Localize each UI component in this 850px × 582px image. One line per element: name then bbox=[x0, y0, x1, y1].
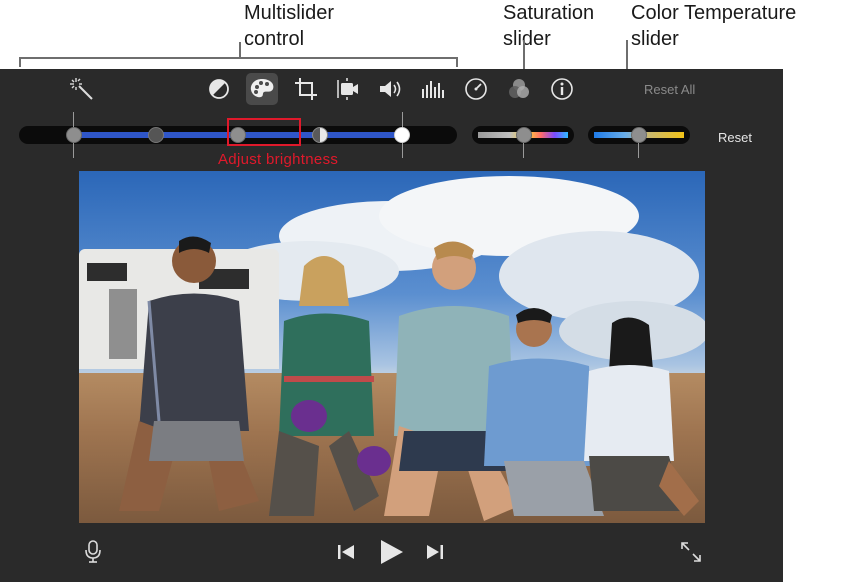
person bbox=[259, 246, 399, 523]
callout-multislider-line1: Multislider bbox=[244, 2, 335, 24]
microphone-icon[interactable] bbox=[84, 540, 102, 564]
fullscreen-expand-icon[interactable] bbox=[680, 541, 702, 563]
multislider-bracket-left bbox=[19, 57, 21, 67]
multislider-bracket-right bbox=[456, 57, 458, 67]
person bbox=[574, 311, 705, 523]
black-point-handle[interactable] bbox=[66, 127, 82, 143]
video-viewer bbox=[79, 171, 705, 523]
noise-reduction-equalizer-icon[interactable] bbox=[421, 79, 445, 99]
reset-all-button[interactable]: Reset All bbox=[644, 82, 695, 97]
adjust-brightness-label: Adjust brightness bbox=[218, 151, 339, 168]
callout-multislider-line2: control bbox=[244, 28, 305, 50]
callout-color-temperature: Color Temperature slider bbox=[631, 0, 796, 52]
callout-color-temperature-line1: Color Temperature bbox=[631, 2, 797, 24]
volume-icon[interactable] bbox=[378, 78, 404, 100]
crop-icon[interactable] bbox=[294, 77, 318, 101]
contrast-handle[interactable] bbox=[312, 127, 328, 143]
clip-filter-icon[interactable] bbox=[507, 77, 531, 101]
clip-info-icon[interactable] bbox=[550, 77, 574, 101]
color-correction-palette-icon[interactable] bbox=[249, 77, 275, 101]
multislider-bracket-stem bbox=[239, 42, 241, 58]
saturation-tick bbox=[523, 143, 524, 158]
callout-saturation-line2: slider bbox=[503, 28, 551, 50]
color-temperature-handle[interactable] bbox=[631, 127, 647, 143]
skip-back-icon[interactable] bbox=[337, 543, 355, 561]
reset-button[interactable]: Reset bbox=[718, 130, 752, 145]
brightness-highlight-box bbox=[227, 118, 301, 146]
magic-wand-icon[interactable] bbox=[70, 77, 96, 101]
callout-saturation: Saturation slider bbox=[503, 0, 594, 52]
color-temperature-tick bbox=[638, 143, 639, 158]
shadows-handle[interactable] bbox=[148, 127, 164, 143]
highlights-handle[interactable] bbox=[394, 127, 410, 143]
person bbox=[119, 231, 269, 523]
callout-color-temperature-line2: slider bbox=[631, 28, 679, 50]
color-balance-icon[interactable] bbox=[208, 78, 230, 100]
play-icon[interactable] bbox=[379, 538, 405, 566]
callout-multislider: Multislider control bbox=[244, 0, 334, 52]
speed-gauge-icon[interactable] bbox=[464, 77, 488, 101]
saturation-handle[interactable] bbox=[516, 127, 532, 143]
callout-saturation-line1: Saturation bbox=[503, 2, 595, 24]
stabilization-camera-icon[interactable] bbox=[336, 77, 360, 101]
skip-forward-icon[interactable] bbox=[426, 543, 444, 561]
